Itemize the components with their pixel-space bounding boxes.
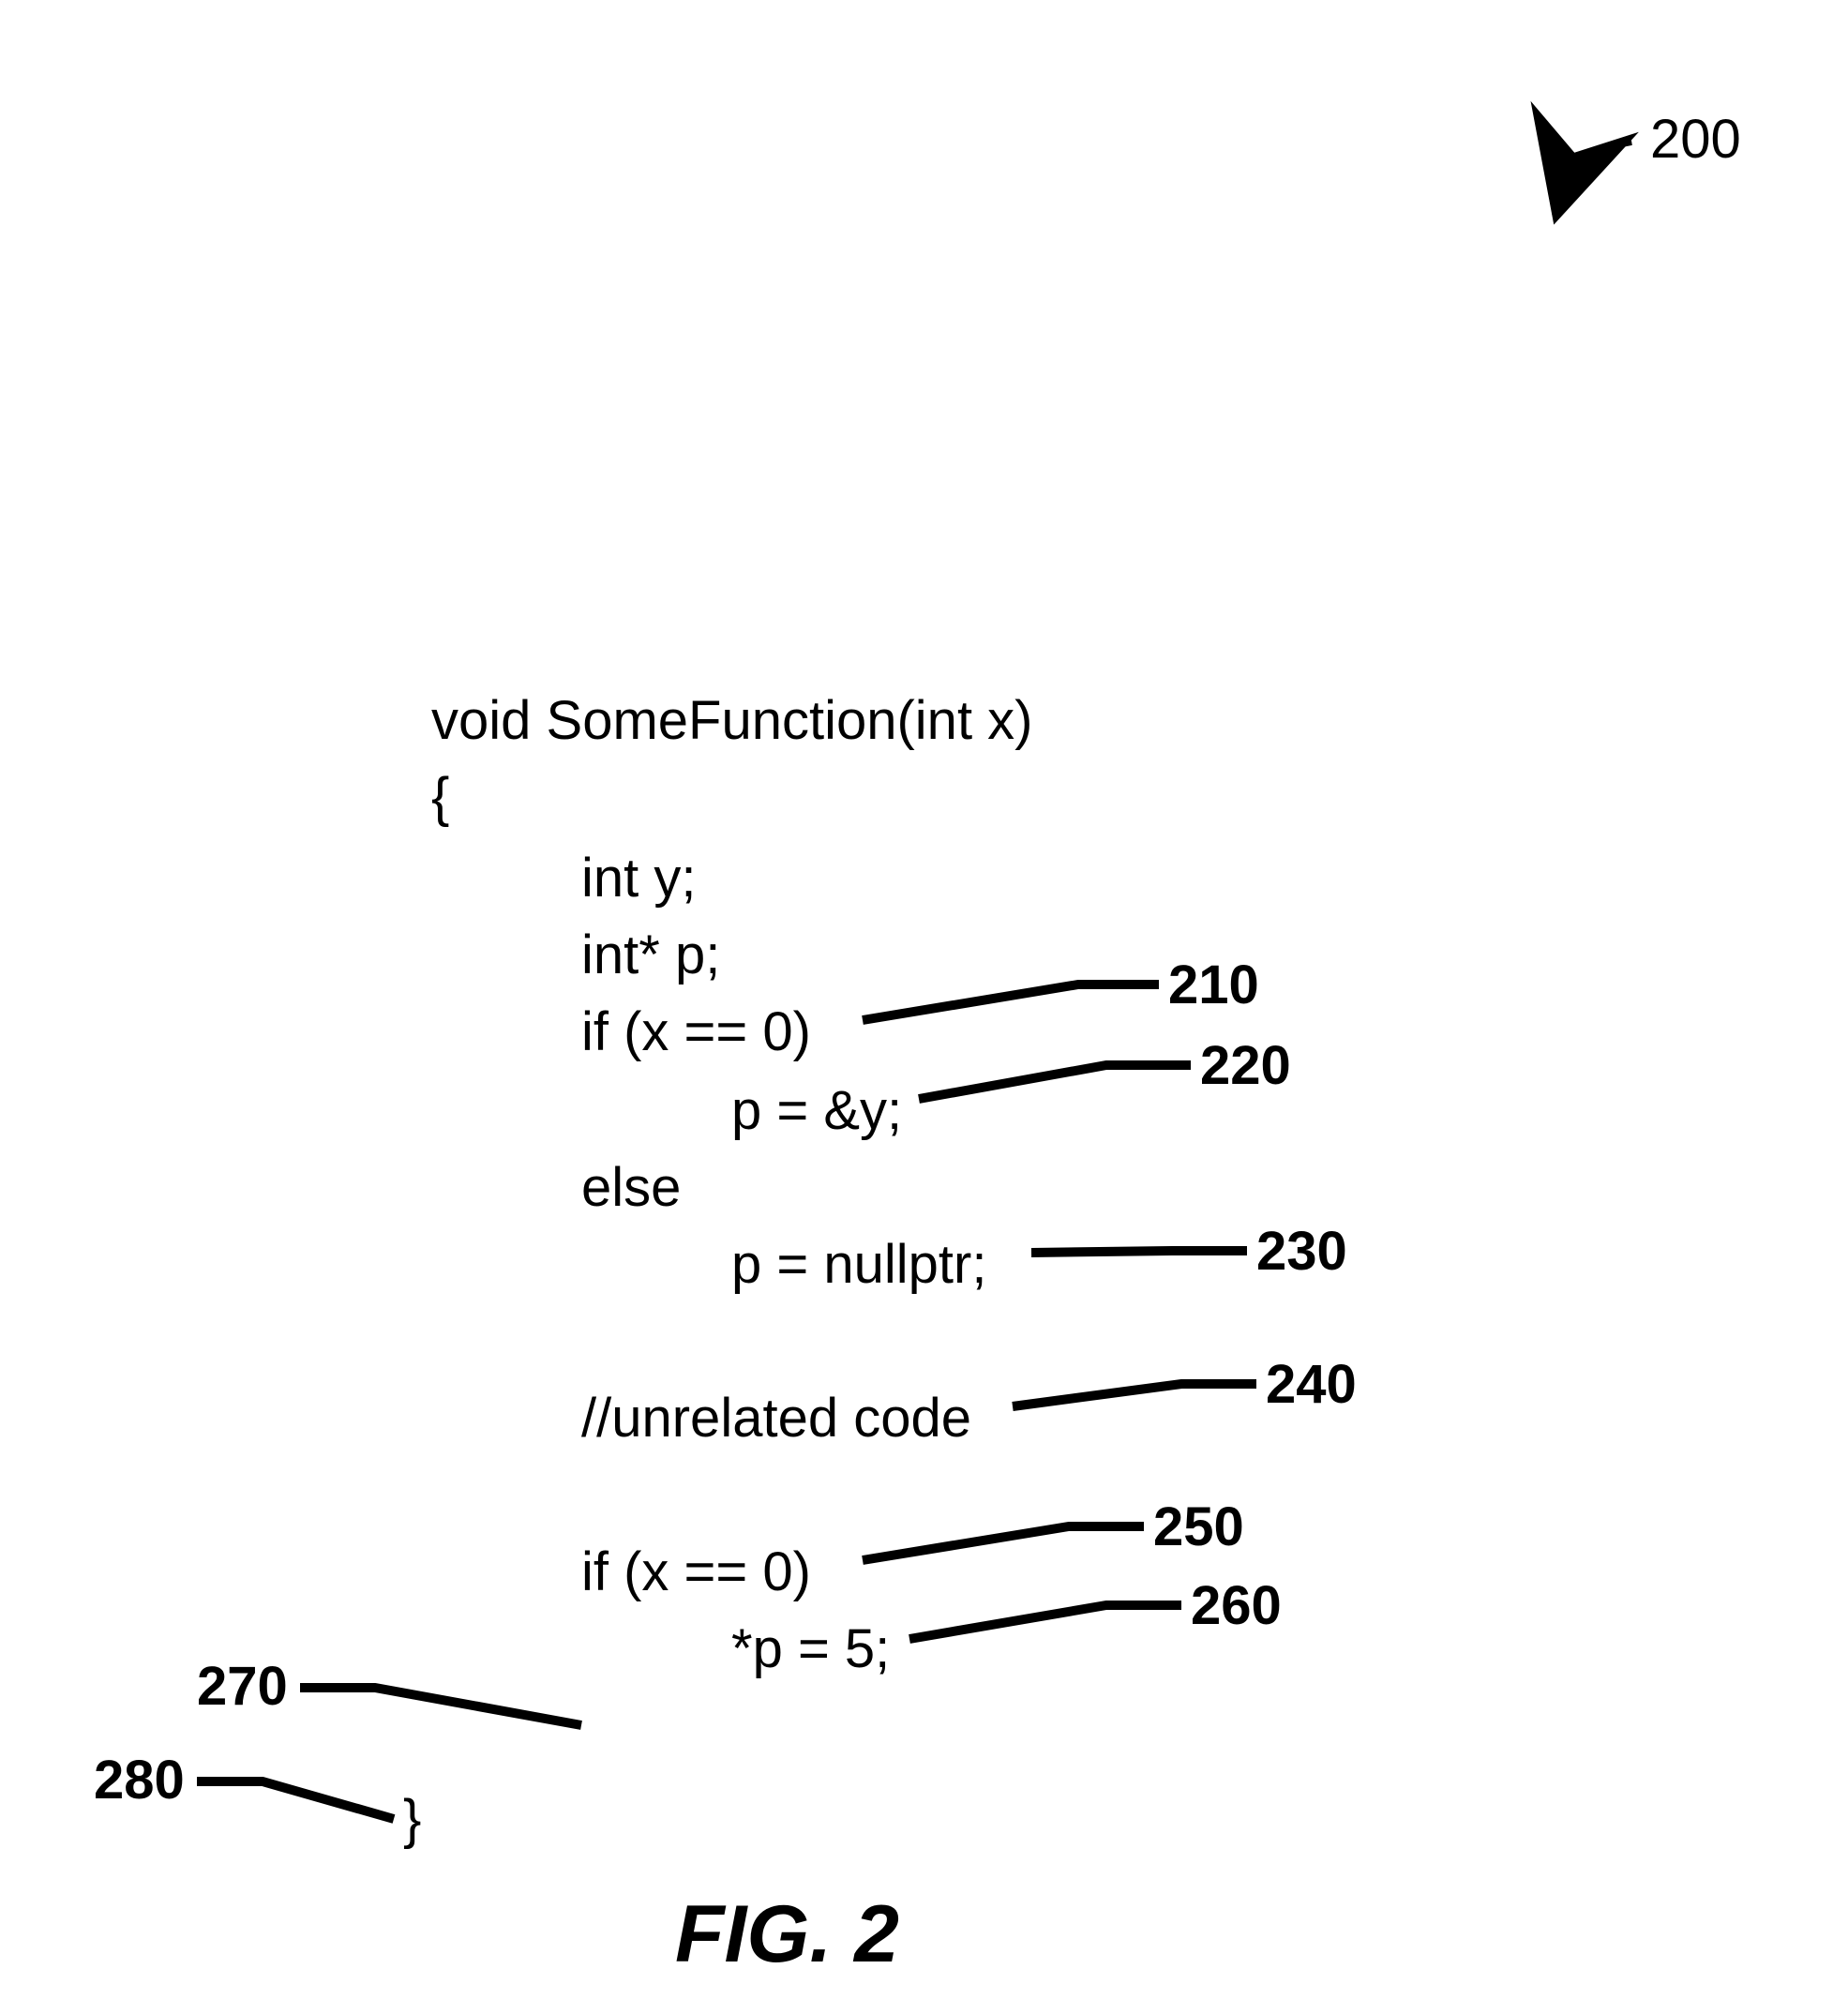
code-signature: void SomeFunction(int x) <box>431 694 1032 748</box>
figure-ref-200: 200 <box>1650 113 1741 167</box>
code-if1: if (x == 0) <box>581 1005 811 1060</box>
ref-210: 210 <box>1168 958 1259 1013</box>
code-unrelated: //unrelated code <box>581 1391 971 1446</box>
code-assign-p-y: p = &y; <box>731 1084 902 1138</box>
code-open-brace: { <box>431 771 449 825</box>
code-decl-y: int y; <box>581 851 697 906</box>
code-deref-assign: *p = 5; <box>731 1622 890 1676</box>
ref-230: 230 <box>1256 1225 1347 1279</box>
ref-260: 260 <box>1191 1579 1282 1633</box>
ref-240: 240 <box>1266 1358 1357 1412</box>
code-if2: if (x == 0) <box>581 1545 811 1600</box>
diagram-stage: 200 void SomeFunction(int x) { int y; in… <box>0 0 1848 2014</box>
ref-280: 280 <box>94 1753 185 1808</box>
code-decl-p: int* p; <box>581 928 720 983</box>
ref-250: 250 <box>1153 1500 1244 1555</box>
figure-caption: FIG. 2 <box>675 1894 899 1975</box>
code-close-brace: } <box>403 1793 421 1847</box>
ref-270: 270 <box>197 1660 288 1714</box>
code-else: else <box>581 1161 681 1215</box>
ref-220: 220 <box>1200 1039 1291 1093</box>
code-assign-p-null: p = nullptr; <box>731 1238 986 1292</box>
